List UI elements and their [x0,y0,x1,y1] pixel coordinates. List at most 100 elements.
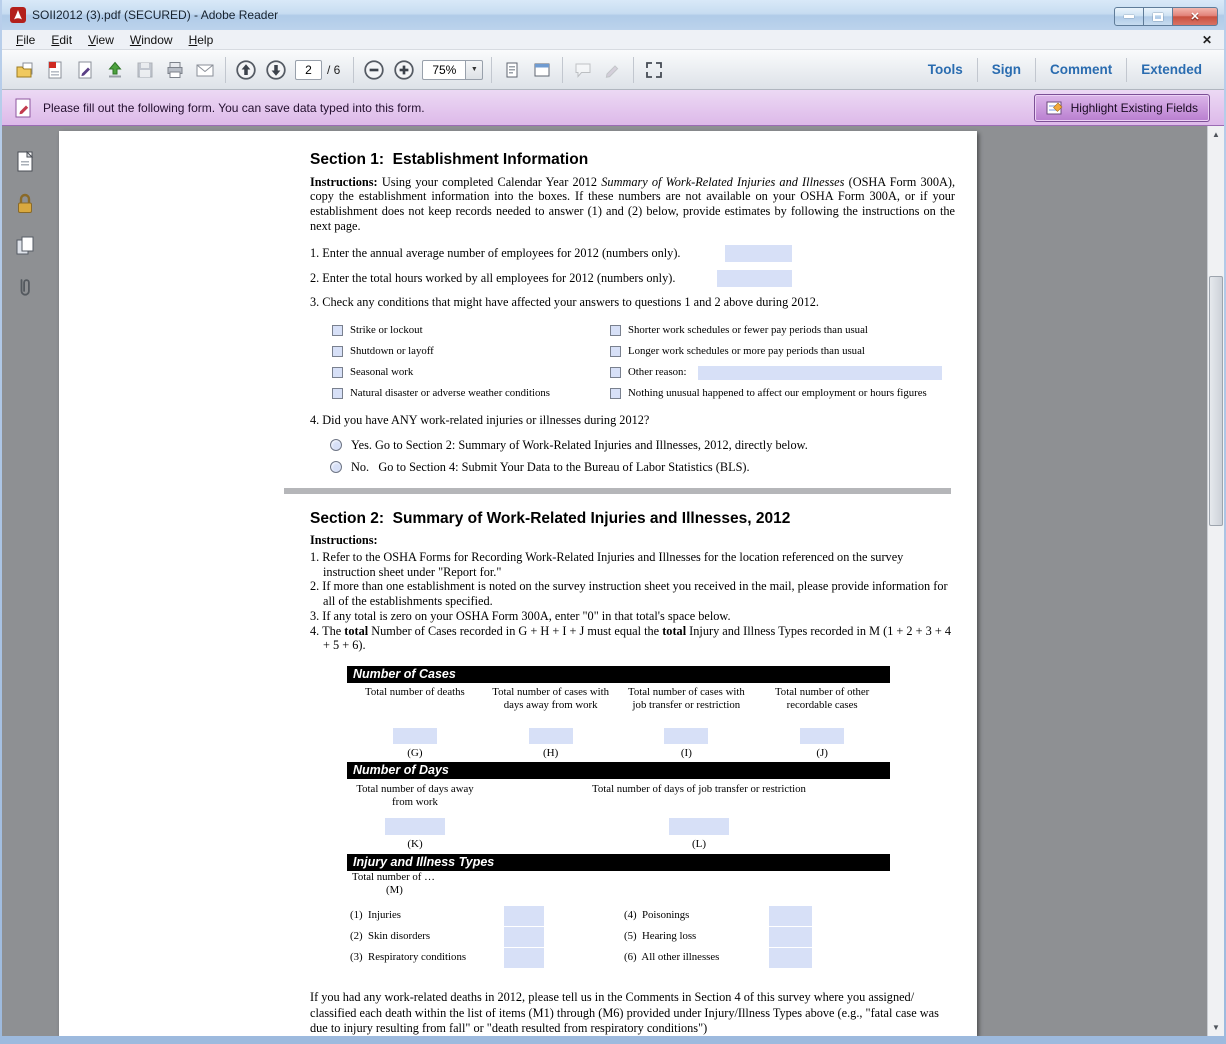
toolbar-separator [562,57,563,83]
tab-comment[interactable]: Comment [1036,62,1126,77]
checkbox-shorter-schedules[interactable] [610,325,621,336]
days-column-k: Total number of days away from work (K) [347,779,483,851]
fill-sign-button[interactable] [70,55,100,85]
upload-arrow-icon [105,60,125,80]
menubar-close-icon[interactable]: ✕ [1202,33,1212,47]
other-reason-field[interactable] [698,366,942,380]
page-view-button[interactable] [497,55,527,85]
instruction-item-3: 3. If any total is zero on your OSHA For… [310,609,955,624]
open-folder-icon [15,60,35,80]
field-letter-L: (L) [692,838,706,851]
checkbox-nothing-unusual[interactable] [610,388,621,399]
menu-edit[interactable]: Edit [43,32,80,48]
field-I-transfer-cases[interactable] [664,728,708,744]
employees-count-field[interactable] [725,245,792,262]
share-upload-button[interactable] [100,55,130,85]
field-letter-I: (I) [681,747,692,760]
form-message: Please fill out the following form. You … [43,101,425,115]
scroll-up-button[interactable]: ▲ [1208,126,1224,143]
page-number-input[interactable] [295,60,322,80]
chevron-down-icon[interactable]: ▼ [466,60,483,80]
maximize-button[interactable] [1144,7,1172,26]
checkbox-strike-lockout[interactable] [332,325,343,336]
zoom-out-button[interactable] [359,55,389,85]
page-thumbnails-button[interactable] [11,148,39,176]
question-4-label: 4. Did you have ANY work-related injurie… [310,413,955,428]
tab-sign[interactable]: Sign [978,62,1035,77]
toolbar: / 6 75% ▼ Tools Sign Comment Extended [2,50,1224,90]
field-M1-injuries[interactable] [504,906,544,926]
annotate-button[interactable] [598,55,628,85]
field-M4-poisonings[interactable] [769,906,812,926]
checkbox-shutdown-layoff[interactable] [332,346,343,357]
radio-yes[interactable] [330,439,342,451]
save-floppy-icon [135,60,155,80]
window-layout-icon [532,60,552,80]
field-M3-respiratory[interactable] [504,948,544,968]
tab-extended[interactable]: Extended [1127,62,1216,77]
attachments-button[interactable] [11,274,39,302]
print-button[interactable] [160,55,190,85]
radio-yes-row: Yes. Go to Section 2: Summary of Work-Re… [330,438,955,453]
radio-no[interactable] [330,461,342,473]
types-row: (1) Injuries (4) Poisonings [347,905,890,926]
checkbox-label-nothing-unusual: Nothing unusual happened to affect our e… [628,387,927,400]
window-view-button[interactable] [527,55,557,85]
field-G-deaths[interactable] [393,728,437,744]
field-M2-skin-disorders[interactable] [504,927,544,947]
tab-tools[interactable]: Tools [914,62,977,77]
comment-button[interactable] [568,55,598,85]
pages-panel-button[interactable] [11,232,39,260]
speech-bubble-icon [573,60,593,80]
checkbox-longer-schedules[interactable] [610,346,621,357]
adobe-reader-icon [10,7,26,23]
email-envelope-icon [195,60,215,80]
previous-page-button[interactable] [231,55,261,85]
security-settings-button[interactable] [11,190,39,218]
question-3-label: 3. Check any conditions that might have … [310,295,955,310]
checkbox-seasonal-work[interactable] [332,367,343,378]
minimize-button[interactable] [1114,7,1144,26]
cases-header-bar: Number of Cases [347,666,890,683]
checkbox-other-reason[interactable] [610,367,621,378]
reading-mode-button[interactable] [639,55,669,85]
close-button[interactable]: ✕ [1172,7,1218,26]
create-pdf-button[interactable] [40,55,70,85]
email-button[interactable] [190,55,220,85]
next-page-button[interactable] [261,55,291,85]
close-icon: ✕ [1190,10,1199,23]
field-K-days-away[interactable] [385,818,445,835]
field-L-transfer-days[interactable] [669,818,729,835]
types-header-bar: Injury and Illness Types [347,854,890,871]
type-label-other-illnesses: (6) All other illnesses [624,951,769,964]
field-H-days-away-cases[interactable] [529,728,573,744]
checkbox-label-strike-lockout: Strike or lockout [350,324,423,337]
scroll-down-button[interactable]: ▼ [1208,1019,1224,1036]
zoom-level-select[interactable]: 75% ▼ [422,60,483,80]
open-file-button[interactable] [10,55,40,85]
types-grid: (1) Injuries (4) Poisonings (2) Skin dis… [347,905,890,968]
pen-on-page-icon [75,60,95,80]
adobe-reader-window: SOII2012 (3).pdf (SECURED) - Adobe Reade… [0,0,1226,1044]
instruction-item-1: 1. Refer to the OSHA Forms for Recording… [310,550,955,580]
menu-window[interactable]: Window [122,32,181,48]
scrollbar-thumb[interactable] [1209,276,1223,526]
days-column-l: Total number of days of job transfer or … [551,779,847,851]
zoom-in-button[interactable] [389,55,419,85]
nav-panel-sidebar [2,126,48,1036]
titlebar: SOII2012 (3).pdf (SECURED) - Adobe Reade… [2,0,1224,30]
highlight-fields-button[interactable]: Highlight Existing Fields [1034,94,1210,122]
save-button[interactable] [130,55,160,85]
vertical-scrollbar[interactable]: ▲ ▼ [1207,126,1224,1036]
menu-view[interactable]: View [80,32,122,48]
hours-worked-field[interactable] [717,270,792,287]
field-J-other-cases[interactable] [800,728,844,744]
days-header-bar: Number of Days [347,762,890,779]
menu-file[interactable]: File [8,32,43,48]
cases-column-i: Total number of cases with job transfer … [619,683,755,760]
field-M6-other-illnesses[interactable] [769,948,812,968]
paperclip-icon [14,276,36,300]
menu-help[interactable]: Help [181,32,222,48]
checkbox-natural-disaster[interactable] [332,388,343,399]
field-M5-hearing-loss[interactable] [769,927,812,947]
